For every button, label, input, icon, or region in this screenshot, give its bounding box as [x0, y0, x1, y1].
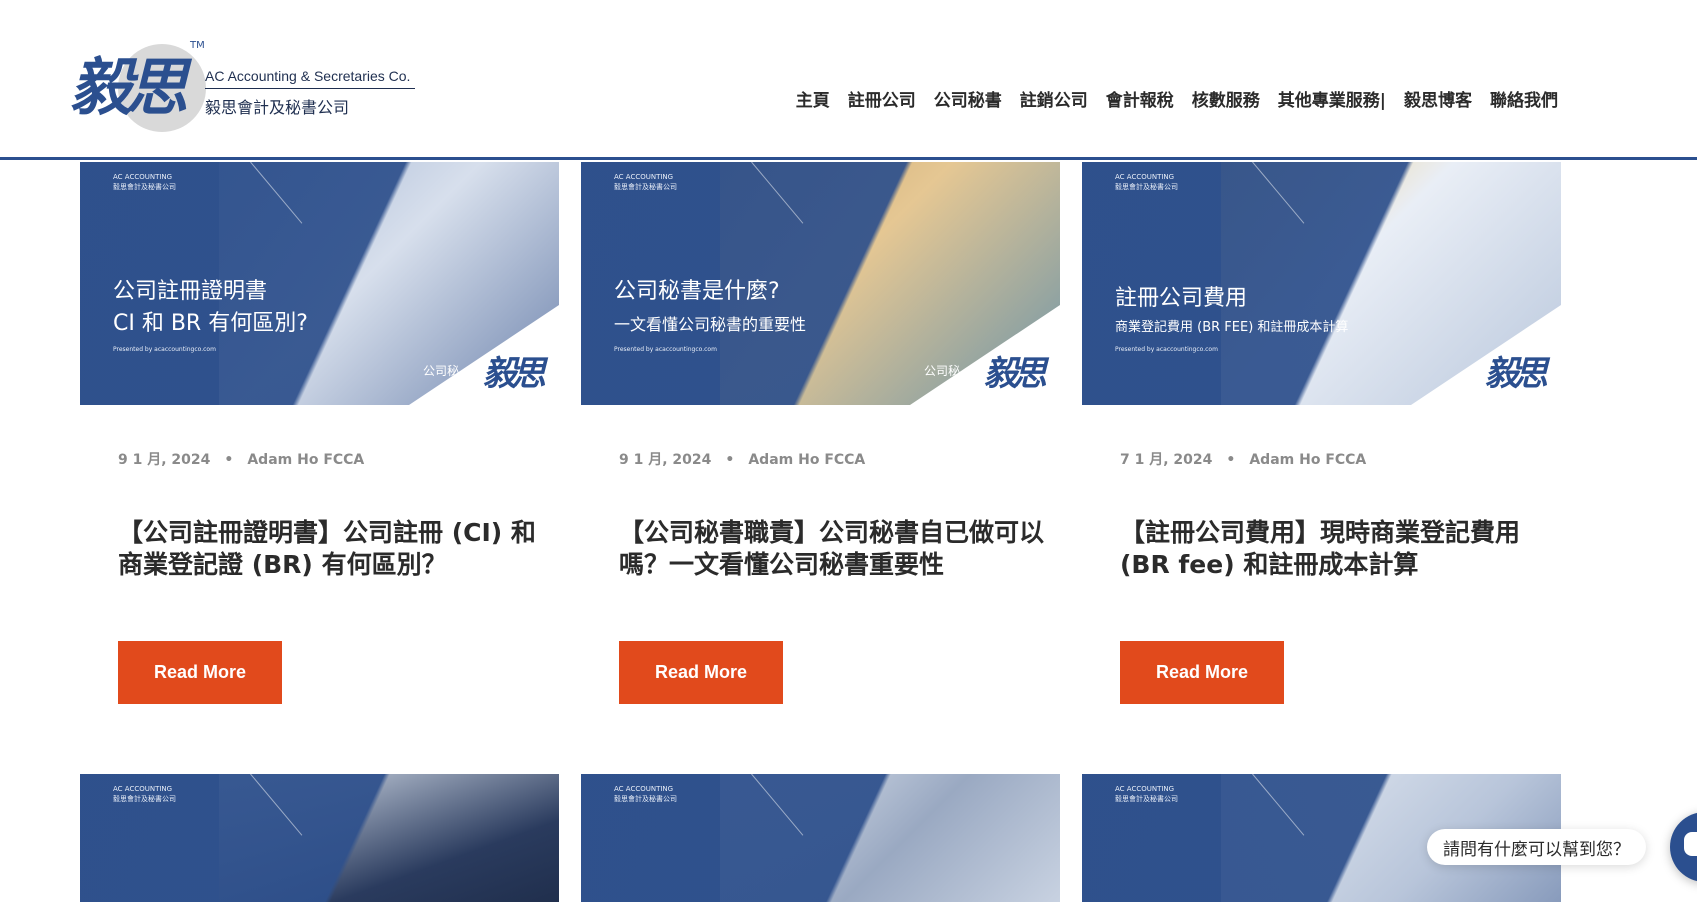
- post-date: 9 1 月, 2024: [619, 452, 712, 468]
- nav-audit-services[interactable]: 核數服務: [1183, 86, 1269, 111]
- post-date: 7 1 月, 2024: [1120, 452, 1213, 468]
- nav-blog[interactable]: 毅思博客: [1395, 86, 1481, 111]
- seal-logo: 毅思: [1485, 354, 1548, 394]
- post-meta: 9 1 月, 2024 • Adam Ho FCCA: [118, 449, 364, 469]
- post-title[interactable]: 【公司註冊證明書】公司註冊 (CI) 和 商業登記證 (BR) 有何區別？: [118, 517, 548, 581]
- nav-contact[interactable]: 聯絡我們: [1481, 86, 1567, 111]
- thumbnail-title-1: 註冊公司費用: [1115, 286, 1248, 311]
- read-more-button[interactable]: Read More: [118, 641, 282, 704]
- seal-logo: 毅思: [483, 354, 546, 394]
- thumbnail-title-2: 商業登記費用 (BR FEE) 和註冊成本計算: [1115, 320, 1349, 335]
- post-author[interactable]: Adam Ho FCCA: [748, 452, 865, 468]
- post-author[interactable]: Adam Ho FCCA: [247, 452, 364, 468]
- thumbnail-brand-en: AC ACCOUNTING: [1115, 785, 1175, 793]
- thumbnail-brand-zh: 毅思會計及秘書公司: [614, 183, 677, 191]
- post-thumbnail[interactable]: AC ACCOUNTING 毅思會計及秘書公司 公司秘書是什麼? 一文看懂公司秘…: [581, 162, 1060, 405]
- thumbnail-brand-zh: 毅思會計及秘書公司: [614, 795, 677, 803]
- post-thumbnail[interactable]: AC ACCOUNTING 毅思會計及秘書公司 公司註冊證明書 CI 和 BR …: [80, 162, 559, 405]
- nav-company-registration[interactable]: 註冊公司: [839, 86, 925, 111]
- post-date: 9 1 月, 2024: [118, 452, 211, 468]
- site-header: 毅思 TM AC Accounting & Secretaries Co. 毅思…: [0, 0, 1697, 160]
- thumbnail-title-2: CI 和 BR 有何區別?: [113, 311, 308, 336]
- thumbnail-brand-zh: 毅思會計及秘書公司: [1115, 183, 1178, 191]
- thumbnail-brand: AC ACCOUNTING 毅思會計及秘書公司: [614, 172, 677, 192]
- thumbnail-brand: AC ACCOUNTING 毅思會計及秘書公司: [1115, 784, 1178, 804]
- chat-prompt-bubble[interactable]: 請問有什麼可以幫到您？: [1427, 829, 1646, 865]
- thumbnail-presented-by: Presented by acaccountingco.com: [1115, 346, 1218, 353]
- nav-company-deregistration[interactable]: 註銷公司: [1011, 86, 1097, 111]
- thumbnail-presented-by: Presented by acaccountingco.com: [614, 346, 717, 353]
- read-more-button[interactable]: Read More: [1120, 641, 1284, 704]
- post-meta: 9 1 月, 2024 • Adam Ho FCCA: [619, 449, 865, 469]
- thumbnail-brand-zh: 毅思會計及秘書公司: [113, 795, 176, 803]
- nav-company-secretary[interactable]: 公司秘書: [925, 86, 1011, 111]
- thumbnail-corner-label: 公司秘: [422, 364, 459, 378]
- thumbnail-brand-en: AC ACCOUNTING: [113, 785, 173, 793]
- main-nav: 主頁 註冊公司 公司秘書 註銷公司 會計報稅 核數服務 其他專業服務| 毅思博客…: [787, 86, 1567, 111]
- meta-separator: •: [725, 452, 735, 468]
- thumbnail-brand-en: AC ACCOUNTING: [614, 785, 674, 793]
- site-logo[interactable]: 毅思 TM AC Accounting & Secretaries Co. 毅思…: [70, 40, 430, 136]
- thumbnail-presented-by: Presented by acaccountingco.com: [113, 346, 216, 353]
- post-author[interactable]: Adam Ho FCCA: [1249, 452, 1366, 468]
- thumbnail-title-1: 公司秘書是什麼?: [614, 279, 780, 304]
- thumbnail-brand-en: AC ACCOUNTING: [1115, 173, 1175, 181]
- meta-separator: •: [1226, 452, 1236, 468]
- logo-trademark: TM: [190, 40, 205, 51]
- nav-other-services[interactable]: 其他專業服務|: [1269, 86, 1395, 111]
- post-meta: 7 1 月, 2024 • Adam Ho FCCA: [1120, 449, 1366, 469]
- seal-logo: 毅思: [984, 354, 1047, 394]
- post-thumbnail[interactable]: AC ACCOUNTING 毅思會計及秘書公司: [80, 774, 559, 902]
- read-more-button[interactable]: Read More: [619, 641, 783, 704]
- logo-name-en: AC Accounting & Secretaries Co.: [205, 68, 411, 84]
- thumbnail-brand: AC ACCOUNTING 毅思會計及秘書公司: [1115, 172, 1178, 192]
- thumbnail-title-1: 公司註冊證明書: [113, 279, 268, 304]
- post-title[interactable]: 【公司秘書職責】公司秘書自已做可以嗎？一文看懂公司秘書重要性: [619, 517, 1049, 581]
- post-thumbnail[interactable]: AC ACCOUNTING 毅思會計及秘書公司: [581, 774, 1060, 902]
- meta-separator: •: [224, 452, 234, 468]
- thumbnail-title-2: 一文看懂公司秘書的重要性: [614, 315, 807, 334]
- post-thumbnail[interactable]: AC ACCOUNTING 毅思會計及秘書公司 註冊公司費用 商業登記費用 (B…: [1082, 162, 1561, 405]
- thumbnail-brand: AC ACCOUNTING 毅思會計及秘書公司: [113, 784, 176, 804]
- nav-accounting-tax[interactable]: 會計報稅: [1097, 86, 1183, 111]
- logo-divider: [205, 88, 415, 89]
- thumbnail-brand-en: AC ACCOUNTING: [113, 173, 173, 181]
- thumbnail-brand: AC ACCOUNTING 毅思會計及秘書公司: [113, 172, 176, 192]
- logo-glyph: 毅思: [70, 51, 188, 124]
- thumbnail-brand-zh: 毅思會計及秘書公司: [1115, 795, 1178, 803]
- logo-name-zh: 毅思會計及秘書公司: [205, 98, 350, 117]
- thumbnail-brand-zh: 毅思會計及秘書公司: [113, 183, 176, 191]
- thumbnail-brand-en: AC ACCOUNTING: [614, 173, 674, 181]
- nav-home[interactable]: 主頁: [787, 86, 839, 111]
- chat-launcher-button[interactable]: [1670, 812, 1697, 882]
- thumbnail-brand: AC ACCOUNTING 毅思會計及秘書公司: [614, 784, 677, 804]
- thumbnail-corner-label: 公司秘: [923, 364, 960, 378]
- post-title[interactable]: 【註冊公司費用】現時商業登記費用 (BR fee) 和註冊成本計算: [1120, 517, 1550, 581]
- chat-icon: [1684, 832, 1697, 856]
